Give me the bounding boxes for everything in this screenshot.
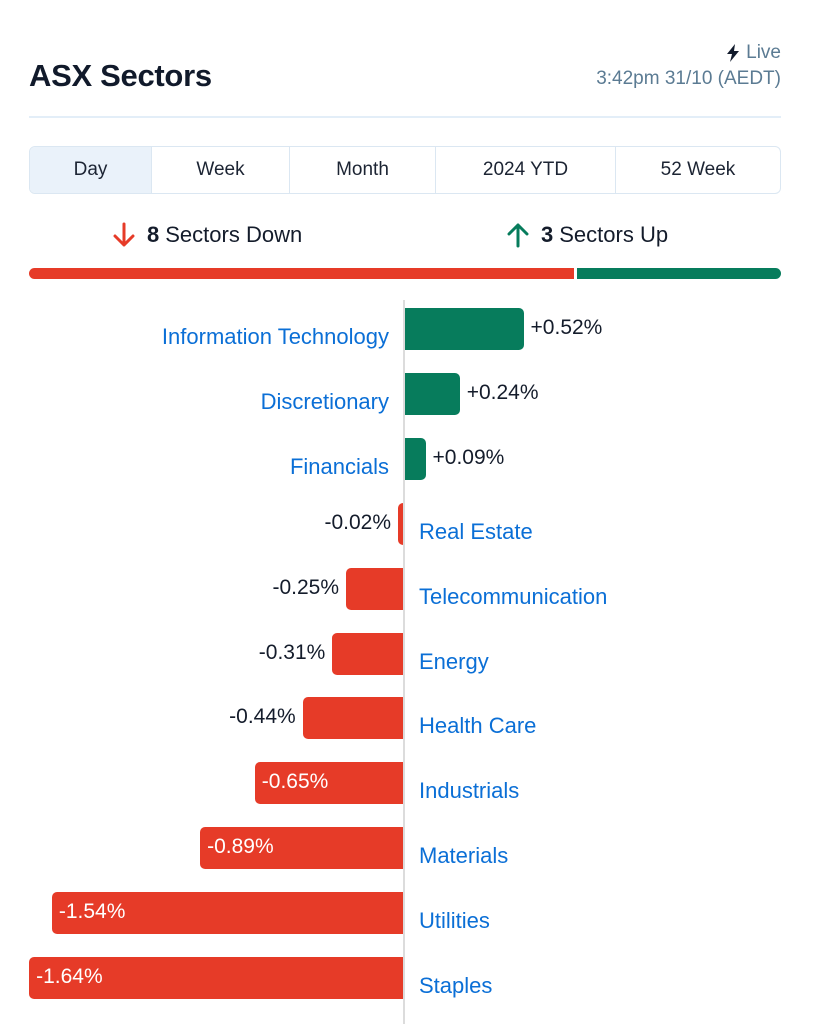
sector-label[interactable]: Industrials (419, 778, 519, 804)
sectors-down-summary: 8 Sectors Down (113, 222, 302, 248)
timestamp: 3:42pm 31/10 (AEDT) (596, 68, 781, 89)
tab-day[interactable]: Day (30, 147, 151, 193)
period-tabs: Day Week Month 2024 YTD 52 Week (29, 146, 781, 194)
sector-label[interactable]: Staples (419, 973, 492, 999)
value-label: -0.89% (207, 835, 274, 859)
tab-52-week[interactable]: 52 Week (615, 147, 780, 193)
bar-telecommunication (346, 567, 403, 610)
value-label: +0.09% (432, 445, 505, 469)
sectors-up-summary: 3 Sectors Up (507, 222, 668, 248)
sectors-up-label: Sectors Up (559, 222, 669, 247)
sector-label[interactable]: Energy (419, 649, 489, 675)
sectors-up-count: 3 (541, 222, 554, 247)
sector-summary: 8 Sectors Down 3 Sectors Up (29, 222, 781, 258)
sector-ratio-bar (29, 268, 781, 279)
arrow-down-icon (113, 222, 135, 247)
bar-information-technology (405, 308, 524, 350)
arrow-up-icon (507, 223, 529, 248)
header: ASX Sectors Live 3:42pm 31/10 (AEDT) (29, 40, 781, 118)
lightning-icon (727, 44, 740, 62)
bar-health-care (302, 697, 403, 740)
bar-financials (405, 437, 426, 480)
page-title: ASX Sectors (29, 58, 212, 93)
sector-label[interactable]: Health Care (419, 713, 536, 739)
sectors-down-count: 8 (147, 222, 160, 247)
value-label: +0.52% (530, 316, 603, 339)
ratio-down-segment (29, 268, 574, 279)
sector-label[interactable]: Utilities (419, 908, 490, 934)
value-label: -1.54% (58, 900, 126, 924)
value-label: -0.31% (258, 640, 326, 664)
tab-2024-ytd[interactable]: 2024 YTD (435, 147, 615, 193)
sectors-down-label: Sectors Down (165, 222, 303, 247)
sector-label[interactable]: Financials (290, 454, 389, 480)
bar-real-estate (398, 502, 403, 545)
bar-energy (332, 632, 403, 675)
value-label: +0.24% (466, 380, 539, 404)
sector-label[interactable]: Real Estate (419, 519, 533, 545)
sector-label[interactable]: Materials (419, 843, 508, 869)
tab-month[interactable]: Month (289, 147, 435, 193)
sector-bar-chart: +0.52% Information Technology +0.24% Discre… (0, 300, 836, 1024)
value-label: -0.25% (272, 575, 339, 599)
sector-label[interactable]: Information Technology (162, 324, 389, 350)
value-label: -0.02% (324, 510, 391, 534)
value-label: -0.44% (229, 705, 296, 729)
live-indicator: Live (726, 42, 781, 64)
tab-week[interactable]: Week (151, 147, 289, 193)
ratio-up-segment (577, 268, 781, 279)
live-label: Live (746, 42, 781, 63)
bar-discretionary (405, 372, 460, 415)
sector-label[interactable]: Discretionary (261, 389, 389, 415)
sector-label[interactable]: Telecommunication (419, 584, 607, 610)
value-label: -1.64% (36, 965, 103, 988)
value-label: -0.65% (261, 770, 329, 794)
